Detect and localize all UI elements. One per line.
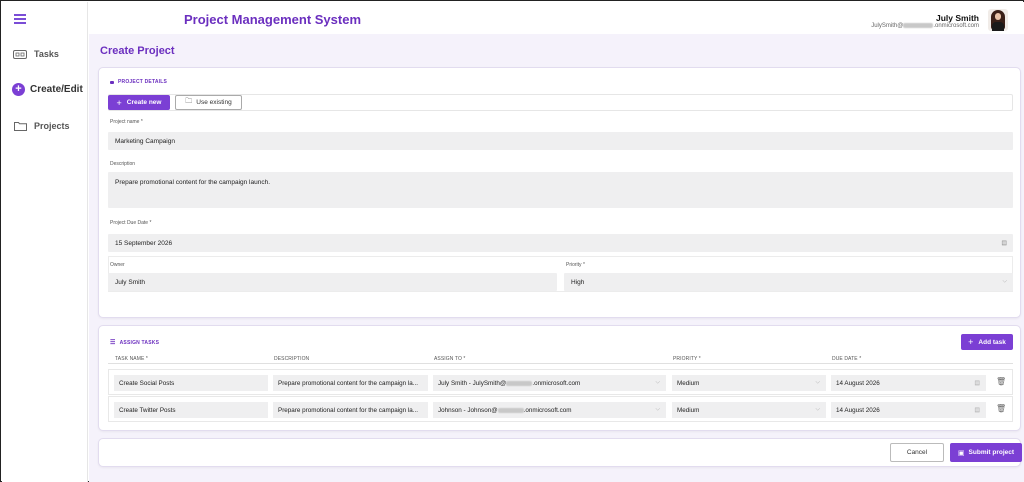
tasks-icon [12,48,28,60]
sidebar: Tasks + Create/Edit Projects [2,2,88,482]
form-actions-card: Cancel ▣ Submit project [98,438,1022,467]
plus-icon: + [968,337,974,347]
chevron-down-icon: ⌵ [1002,278,1007,285]
cancel-button[interactable]: Cancel [890,443,944,462]
user-name: July Smith [936,13,979,23]
redacted-text [497,407,524,413]
chevron-down-icon: ⌵ [815,406,820,413]
avatar[interactable] [988,9,1008,31]
sidebar-item-label: Projects [34,121,70,131]
chevron-down-icon: ⌵ [655,406,660,413]
app-title: Project Management System [184,12,362,27]
redacted-text [506,380,533,386]
plus-icon: + [116,97,122,108]
task-priority-select[interactable]: Medium ⌵ [672,375,826,391]
task-due-date-input[interactable]: 14 August 2026 ▤ [831,402,986,418]
calendar-icon[interactable]: ▤ [1001,240,1007,247]
project-details-card: PROJECT DETAILS + Create new 🗀 Use existin… [98,67,1021,318]
save-icon: ▣ [957,449,965,457]
delete-icon[interactable]: 🗑 [996,404,1006,413]
top-header: Project Management System July Smith Jul… [89,2,1024,34]
main-content: Create Project PROJECT DETAILS + Create n… [89,34,1024,482]
folder-tag-icon [110,80,114,84]
calendar-icon[interactable]: ▤ [974,380,980,387]
due-date-label: Project Due Date * [110,220,152,226]
task-description-input[interactable]: Prepare promotional content for the camp… [273,375,428,391]
section-title-assign-tasks: ☰ ASSIGN TASKS [110,339,160,347]
description-label: Description [110,161,136,167]
table-row: Create Twitter Posts Prepare promotional… [108,396,1013,422]
section-title-project-details: PROJECT DETAILS [110,79,167,85]
folder-icon [12,120,28,132]
column-header: DESCRIPTION [274,356,310,362]
project-name-label: Project name * [110,119,143,125]
user-email: JulySmith@ .onmicrosoft.com [871,23,979,30]
app-window: Tasks + Create/Edit Projects Project Man… [0,0,1024,482]
create-new-button[interactable]: + Create new [108,95,170,110]
chevron-down-icon: ⌵ [815,379,820,386]
task-description-input[interactable]: Prepare promotional content for the camp… [273,402,428,418]
sidebar-item-label: Tasks [34,49,59,59]
calendar-icon[interactable]: ▤ [974,407,980,414]
column-header: DUE DATE * [832,356,862,362]
sidebar-item-tasks[interactable]: Tasks [12,48,59,60]
sidebar-item-projects[interactable]: Projects [12,120,70,132]
delete-icon[interactable]: 🗑 [996,377,1006,386]
plus-circle-icon: + [12,83,25,96]
owner-label: Owner [110,262,125,268]
list-icon: ☰ [110,340,116,346]
column-header: PRIORITY * [673,356,701,362]
sidebar-item-create-edit[interactable]: + Create/Edit [12,83,83,96]
chevron-down-icon: ⌵ [655,379,660,386]
task-priority-select[interactable]: Medium ⌵ [672,402,826,418]
page-title: Create Project [100,45,175,57]
column-header: ASSIGN TO * [434,356,466,362]
submit-project-button[interactable]: ▣ Submit project [950,443,1022,462]
priority-select[interactable]: High ⌵ [564,273,1013,291]
redacted-text [903,23,934,28]
assign-to-select[interactable]: July Smith - JulySmith@ .onmicrosoft.com … [433,375,666,391]
menu-icon[interactable] [14,14,26,24]
description-input[interactable]: Prepare promotional content for the camp… [108,172,1013,208]
use-existing-button[interactable]: 🗀 Use existing [175,95,242,110]
sidebar-item-label: Create/Edit [30,84,83,95]
table-row: Create Social Posts Prepare promotional … [108,369,1013,395]
assign-to-select[interactable]: Johnson - Johnson@ .onmicrosoft.com ⌵ [433,402,666,418]
tasks-table-header: TASK NAME * DESCRIPTION ASSIGN TO * PRIO… [108,354,1013,364]
due-date-input[interactable]: 15 September 2026 ▤ [108,234,1013,252]
folder-icon: 🗀 [185,98,193,105]
project-name-input[interactable]: Marketing Campaign [108,132,1013,150]
priority-label: Priority * [566,262,585,268]
task-name-input[interactable]: Create Twitter Posts [114,402,268,418]
owner-input[interactable]: July Smith [108,273,557,291]
column-header: TASK NAME * [115,356,148,362]
task-name-input[interactable]: Create Social Posts [114,375,268,391]
assign-tasks-card: ☰ ASSIGN TASKS + Add task TASK NAME * DESC… [98,325,1021,431]
add-task-button[interactable]: + Add task [961,334,1013,350]
project-mode-toggle [108,94,1013,111]
task-due-date-input[interactable]: 14 August 2026 ▤ [831,375,986,391]
